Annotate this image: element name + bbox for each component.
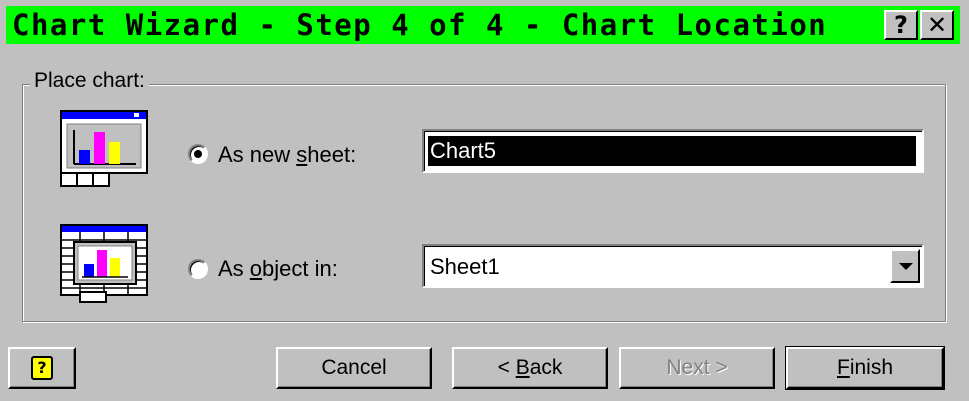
cancel-button-label: Cancel xyxy=(321,356,387,379)
finish-button-label: Finish xyxy=(836,356,894,379)
title-bar[interactable]: Chart Wizard - Step 4 of 4 - Chart Locat… xyxy=(6,6,960,44)
window-title: Chart Wizard - Step 4 of 4 - Chart Locat… xyxy=(12,8,828,42)
office-assistant-help-button[interactable]: ? xyxy=(8,347,76,389)
chevron-down-icon xyxy=(899,263,913,270)
help-icon: ? xyxy=(31,356,53,380)
new-sheet-name-value: Chart5 xyxy=(428,136,916,166)
place-chart-group-label: Place chart: xyxy=(30,67,149,95)
cancel-button[interactable]: Cancel xyxy=(276,347,432,389)
new-sheet-name-input[interactable]: Chart5 xyxy=(422,129,924,173)
chart-new-sheet-icon xyxy=(60,110,148,187)
finish-button[interactable]: Finish xyxy=(785,346,945,390)
back-button[interactable]: < Back xyxy=(452,347,608,389)
new-sheet-radio[interactable] xyxy=(188,144,208,164)
dropdown-arrow-button[interactable] xyxy=(890,249,920,283)
title-help-button[interactable]: ? xyxy=(884,10,918,40)
next-button: Next > xyxy=(619,347,775,389)
sheet-select-value: Sheet1 xyxy=(430,254,500,279)
back-button-label: < Back xyxy=(497,356,563,379)
close-icon: ✕ xyxy=(926,11,948,39)
as-object-radio[interactable] xyxy=(188,259,208,279)
chart-wizard-dialog: Chart Wizard - Step 4 of 4 - Chart Locat… xyxy=(0,0,969,401)
chart-embedded-object-icon xyxy=(60,224,148,303)
new-sheet-label[interactable]: As new sheet: xyxy=(218,141,356,169)
radio-selected-dot xyxy=(194,150,202,158)
sheet-select-dropdown[interactable]: Sheet1 xyxy=(422,244,924,288)
close-button[interactable]: ✕ xyxy=(920,10,954,40)
question-mark-icon: ? xyxy=(894,11,908,39)
as-object-label[interactable]: As object in: xyxy=(218,255,338,283)
next-button-label: Next > xyxy=(666,356,728,379)
